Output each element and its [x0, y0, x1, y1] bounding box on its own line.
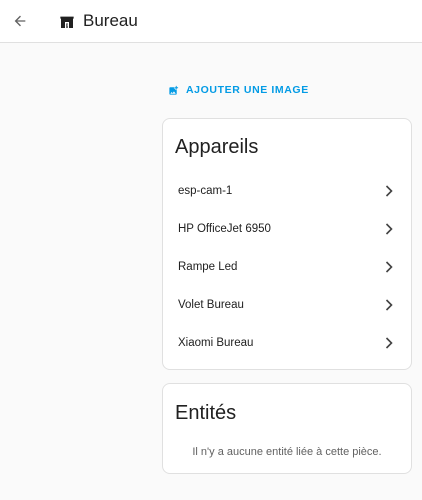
device-label: Volet Bureau — [178, 299, 244, 311]
add-image-button[interactable]: AJOUTER UNE IMAGE — [168, 83, 309, 97]
devices-card-title: Appareils — [175, 136, 259, 158]
chevron-right-icon — [384, 299, 394, 311]
chevron-right-icon — [384, 185, 394, 197]
entities-card: Entités Il n'y a aucune entité liée à ce… — [162, 383, 412, 474]
add-image-label: AJOUTER UNE IMAGE — [186, 84, 309, 96]
device-label: esp-cam-1 — [178, 185, 233, 197]
device-item-rampe-led[interactable]: Rampe Led — [163, 248, 411, 286]
device-item-hp-officejet[interactable]: HP OfficeJet 6950 — [163, 210, 411, 248]
device-label: Xiaomi Bureau — [178, 337, 254, 349]
empty-entities-message: Il n'y a aucune entité liée à cette pièc… — [192, 446, 382, 458]
door-icon — [60, 16, 74, 28]
chevron-right-icon — [384, 337, 394, 349]
device-item-volet-bureau[interactable]: Volet Bureau — [163, 286, 411, 324]
devices-card: Appareils esp-cam-1 HP OfficeJet 6950 Ra… — [162, 118, 412, 370]
entities-card-title: Entités — [175, 402, 237, 424]
top-app-bar: Bureau — [0, 0, 422, 43]
device-item-esp-cam-1[interactable]: esp-cam-1 — [163, 172, 411, 210]
device-label: Rampe Led — [178, 261, 238, 273]
back-button[interactable] — [10, 11, 30, 31]
arrow-left-icon — [14, 15, 26, 27]
chevron-right-icon — [384, 223, 394, 235]
device-label: HP OfficeJet 6950 — [178, 223, 271, 235]
page-title: Bureau — [83, 11, 138, 30]
chevron-right-icon — [384, 261, 394, 273]
device-item-xiaomi-bureau[interactable]: Xiaomi Bureau — [163, 324, 411, 362]
image-plus-icon — [169, 85, 179, 95]
